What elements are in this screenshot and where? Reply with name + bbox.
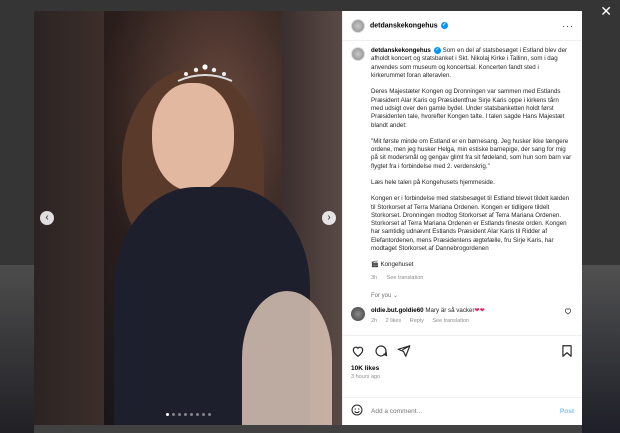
comment-time: 2h [371, 317, 378, 324]
carousel-dot [189, 413, 193, 416]
comment-body: oldie.but.goldie60 Mary är så vacker❤❤ 2… [371, 307, 560, 324]
verified-icon: ✓ [440, 21, 448, 29]
carousel-dot [201, 413, 205, 416]
comment-meta: 2h 2 likes Reply See translation [371, 318, 560, 324]
post-username[interactable]: detdanskekongehus ✓ [370, 21, 448, 29]
caption-paragraph-2: Deres Majestæter Kongen og Dronningen va… [371, 88, 565, 129]
caption-signature: 🎬 Kongehuset [371, 261, 572, 269]
heart-emoji: ❤❤ [474, 306, 485, 314]
heart-icon[interactable] [351, 344, 365, 358]
bookmark-icon[interactable] [560, 344, 574, 358]
chevron-left-icon[interactable]: ‹ [40, 211, 54, 225]
comment-reply-button[interactable]: Reply [410, 318, 424, 324]
add-comment-bar: Post [343, 397, 582, 425]
heart-icon[interactable] [564, 307, 572, 315]
action-icons [351, 342, 574, 360]
chevron-down-icon[interactable]: ⌄ [393, 293, 398, 299]
post-side-panel: detdanskekongehus ✓ ··· detdanskekongehus… [342, 11, 582, 425]
emoji-icon[interactable] [351, 403, 363, 421]
caption-username[interactable]: detdanskekongehus [371, 47, 431, 54]
carousel-dot [165, 413, 169, 416]
post-modal: ‹ › detdanskekongehus ✓ ··· detdanskekong… [34, 11, 582, 425]
chevron-right-icon[interactable]: › [322, 211, 336, 225]
carousel-dot [195, 413, 199, 416]
photo-face [152, 83, 234, 191]
more-icon[interactable]: ··· [562, 21, 574, 31]
comment-icon[interactable] [374, 344, 388, 358]
caption-body: detdanskekongehus ✓ Som en del af statsbe… [371, 47, 572, 282]
comment-item: oldie.but.goldie60 Mary är så vacker❤❤ 2… [351, 306, 572, 324]
avatar[interactable] [351, 18, 365, 33]
post-photo[interactable]: ‹ › [34, 11, 342, 425]
comment-likes[interactable]: 2 likes [386, 318, 402, 324]
clapper-icon: 🎬 [371, 261, 379, 269]
post-time: 3 hours ago [351, 374, 381, 380]
post-header: detdanskekongehus ✓ ··· [343, 11, 582, 41]
comments-scroll-area[interactable]: detdanskekongehus ✓ Som en del af statsbe… [343, 41, 582, 335]
caption: detdanskekongehus ✓ Som en del af statsbe… [351, 47, 572, 282]
comment-see-translation[interactable]: See translation [432, 318, 469, 324]
for-you-label[interactable]: For you [371, 293, 391, 299]
comment-username[interactable]: oldie.but.goldie60 [371, 307, 424, 314]
carousel-dot [207, 413, 211, 416]
caption-time: 3h [371, 274, 378, 281]
post-button[interactable]: Post [560, 408, 574, 415]
comment-avatar[interactable] [351, 306, 365, 321]
likes-count[interactable]: 10K likes [351, 365, 574, 372]
caption-signature-text: Kongehuset [380, 261, 414, 269]
caption-meta: 3h See translation [371, 274, 572, 282]
for-you-toggle[interactable]: For you ⌄ [371, 292, 572, 299]
close-icon[interactable]: ✕ [600, 4, 612, 18]
post-actions: 10K likes 3 hours ago [343, 335, 582, 380]
add-comment-input[interactable] [371, 408, 560, 415]
carousel-dot [171, 413, 175, 416]
verified-icon: ✓ [433, 47, 441, 54]
caption-paragraph-5: Kongen er i forbindelse med statsbesøget… [371, 195, 570, 253]
carousel-dot [177, 413, 181, 416]
tiara-graphic [177, 64, 233, 82]
share-icon[interactable] [397, 344, 411, 358]
see-translation-link[interactable]: See translation [387, 275, 424, 281]
carousel-dots [34, 413, 342, 416]
caption-paragraph-3: "Mit første minde om Estland er en børne… [371, 137, 572, 170]
caption-paragraph-4: Læs hele talen på Kongehusets hjemmeside… [371, 179, 495, 186]
carousel-dot [183, 413, 187, 416]
photo-foreground-shoulder [242, 291, 332, 425]
caption-avatar[interactable] [351, 47, 365, 61]
post-username-text[interactable]: detdanskekongehus [370, 22, 438, 29]
comment-text: Mary är så vacker [425, 306, 475, 314]
